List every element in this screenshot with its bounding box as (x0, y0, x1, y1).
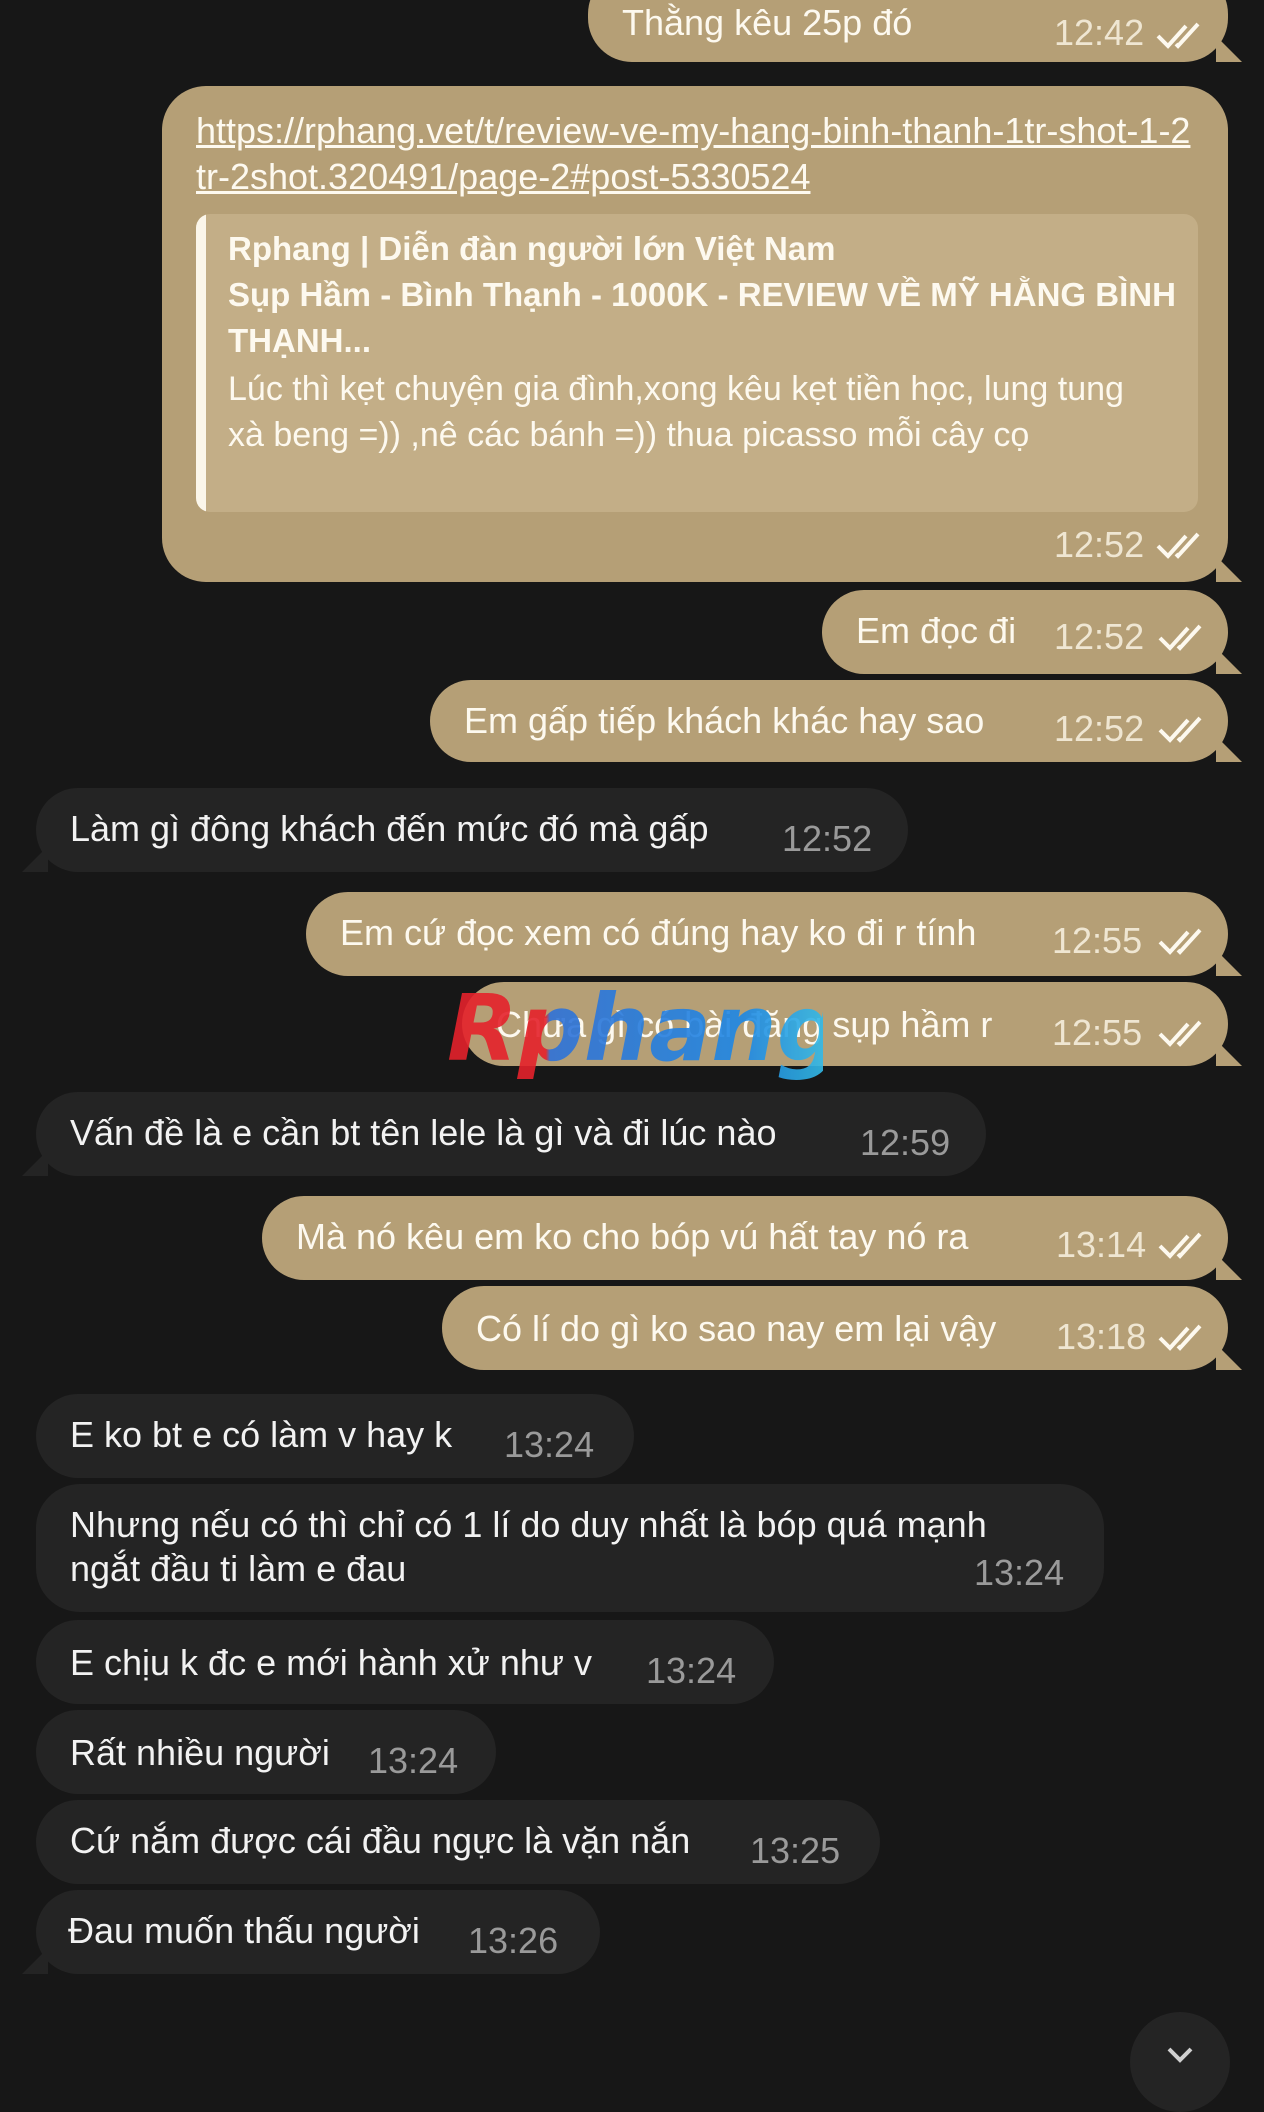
outgoing-message[interactable]: Em cứ đọc xem có đúng hay ko đi r tính 1… (306, 892, 1242, 976)
message-text: Rất nhiều người (70, 1732, 330, 1773)
message-time: 12:52 (1054, 524, 1145, 565)
message-time: 12:52 (1054, 616, 1145, 657)
incoming-message[interactable]: E ko bt e có làm v hay k 13:24 (36, 1394, 634, 1478)
bubble-tail (22, 846, 48, 872)
message-text: E ko bt e có làm v hay k (70, 1414, 453, 1455)
link-preview[interactable]: Rphang | Diễn đàn người lớn Việt Nam Sụp… (196, 214, 1198, 512)
message-time: 12:55 (1052, 920, 1143, 961)
scroll-down-button[interactable] (1130, 2012, 1230, 2112)
preview-description: Lúc thì kẹt chuyện gia đình,xong kêu kẹt… (228, 370, 1124, 454)
bubble-tail (1216, 1254, 1242, 1280)
incoming-message[interactable]: Nhưng nếu có thì chỉ có 1 lí do duy nhất… (36, 1484, 1104, 1612)
bubble-tail (1216, 950, 1242, 976)
chevron-down-icon (1166, 2046, 1194, 2066)
message-time: 13:24 (646, 1650, 737, 1691)
bubble-tail (22, 1948, 48, 1974)
double-check-icon (1158, 622, 1210, 652)
message-time: 12:52 (782, 818, 873, 859)
incoming-message[interactable]: Vấn đề là e cần bt tên lele là gì và đi … (22, 1092, 986, 1176)
message-text: Làm gì đông khách đến mức đó mà gấp (70, 808, 709, 849)
message-time: 13:18 (1056, 1316, 1147, 1357)
message-time: 12:55 (1052, 1012, 1143, 1053)
double-check-icon (1158, 926, 1210, 956)
double-check-icon (1158, 714, 1210, 744)
chat-view: Thằng kêu 25p đó 12:42 https://rphang.ve… (0, 0, 1264, 2112)
preview-accent-bar (196, 214, 206, 512)
message-time: 13:24 (504, 1424, 595, 1465)
outgoing-message[interactable]: Có lí do gì ko sao nay em lại vậy 13:18 (442, 1286, 1242, 1370)
message-text: E chịu k đc e mới hành xử như v (70, 1642, 593, 1683)
incoming-message[interactable]: Đau muốn thấu người 13:26 (22, 1890, 600, 1974)
double-check-icon (1158, 1322, 1210, 1352)
preview-title: Sụp Hầm - Bình Thạnh - 1000K - REVIEW VỀ… (228, 276, 1176, 359)
incoming-message[interactable]: E chịu k đc e mới hành xử như v 13:24 (36, 1620, 774, 1704)
incoming-message[interactable]: Cứ nắm được cái đầu ngực là vặn nắn 13:2… (36, 1800, 880, 1884)
outgoing-message[interactable]: Em đọc đi 12:52 (822, 590, 1242, 674)
message-text: Mà nó kêu em ko cho bóp vú hất tay nó ra (296, 1216, 969, 1257)
bubble-tail (1216, 1344, 1242, 1370)
outgoing-message[interactable]: Em gấp tiếp khách khác hay sao 12:52 (430, 680, 1242, 762)
message-text-line2: ngắt đầu ti làm e đau (70, 1548, 407, 1589)
message-text-line1: Nhưng nếu có thì chỉ có 1 lí do duy nhất… (70, 1504, 987, 1545)
message-text: Đau muốn thấu người (68, 1910, 420, 1951)
message-time: 13:24 (974, 1552, 1065, 1593)
bubble-tail (1216, 1040, 1242, 1066)
message-text: Có lí do gì ko sao nay em lại vậy (476, 1308, 997, 1349)
bubble-tail (1216, 736, 1242, 762)
message-text: Vấn đề là e cần bt tên lele là gì và đi … (70, 1112, 777, 1153)
message-text: Thằng kêu 25p đó (622, 2, 913, 43)
message-link[interactable]: https://rphang.vet/t/review-ve-my-hang-b… (196, 108, 1196, 200)
message-time: 12:52 (1054, 708, 1145, 749)
message-time: 12:59 (860, 1122, 951, 1163)
message-time: 13:14 (1056, 1224, 1147, 1265)
message-time: 13:25 (750, 1830, 841, 1871)
outgoing-message[interactable]: Mà nó kêu em ko cho bóp vú hất tay nó ra… (262, 1196, 1242, 1280)
watermark-logo: Rphang (443, 975, 843, 1082)
message-time: 13:26 (468, 1920, 559, 1961)
double-check-icon (1158, 1230, 1210, 1260)
preview-site-name: Rphang | Diễn đàn người lớn Việt Nam (228, 230, 836, 267)
bubble-tail (1216, 648, 1242, 674)
bubble-tail (1216, 556, 1242, 582)
double-check-icon (1156, 20, 1208, 50)
bubble-tail (1216, 36, 1242, 62)
message-time: 13:24 (368, 1740, 459, 1781)
outgoing-message[interactable]: Thằng kêu 25p đó 12:42 (588, 0, 1242, 62)
message-time: 12:42 (1054, 12, 1145, 53)
double-check-icon (1158, 1018, 1210, 1048)
incoming-message[interactable]: Làm gì đông khách đến mức đó mà gấp 12:5… (22, 788, 908, 872)
svg-text:Rphang: Rphang (447, 982, 823, 1082)
message-text: Em cứ đọc xem có đúng hay ko đi r tính (340, 912, 977, 953)
message-text: Em đọc đi (856, 610, 1017, 651)
bubble-tail (22, 1150, 48, 1176)
incoming-message[interactable]: Rất nhiều người 13:24 (36, 1710, 496, 1794)
message-text: Em gấp tiếp khách khác hay sao (464, 700, 985, 741)
message-text: Cứ nắm được cái đầu ngực là vặn nắn (70, 1820, 691, 1861)
double-check-icon (1156, 530, 1208, 560)
outgoing-link-message[interactable]: https://rphang.vet/t/review-ve-my-hang-b… (162, 86, 1242, 582)
